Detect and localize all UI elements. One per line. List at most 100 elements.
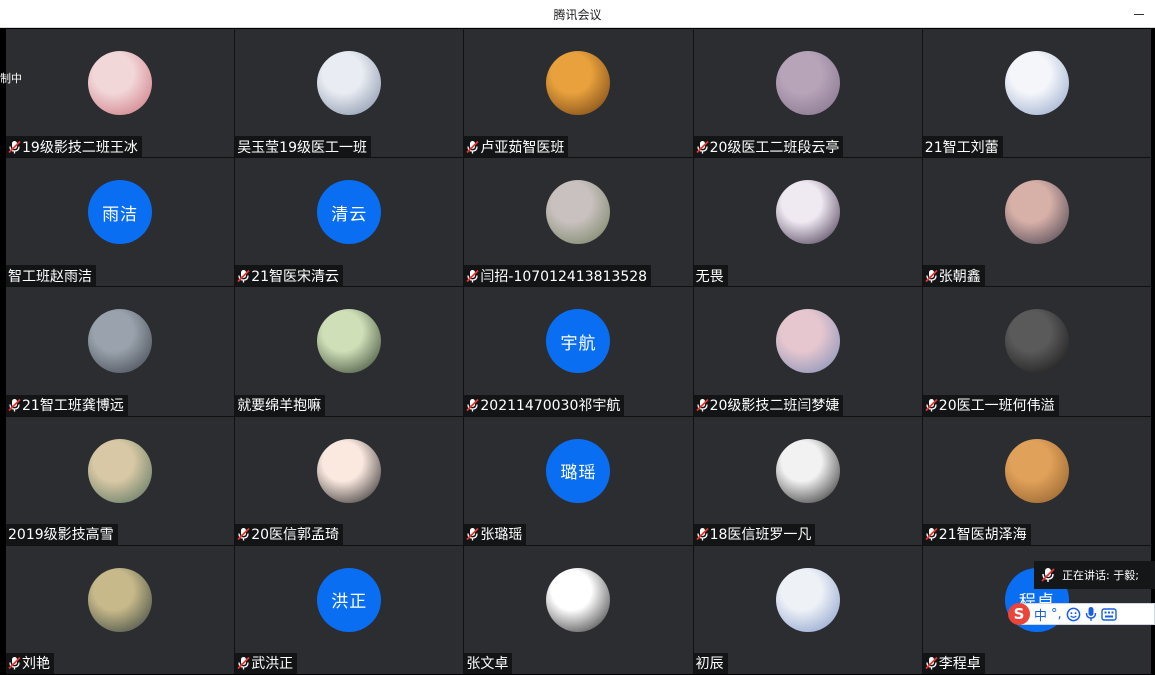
mic-muted-icon	[925, 269, 938, 283]
participant-tile[interactable]: 21智工刘蕾	[922, 29, 1151, 158]
participant-tile[interactable]: 洪正 武洪正	[235, 545, 464, 674]
participant-name: 刘艳	[22, 656, 50, 673]
participant-name-bar: 21智医胡泽海	[922, 523, 1031, 545]
avatar-photo	[88, 51, 153, 115]
participant-grid: 19级影技二班王冰 吴玉莹19级医工一班 卢亚茹智医班 20级医工二班段云亭 21智工刘…	[6, 29, 1151, 674]
participant-name: 张朝鑫	[938, 268, 981, 285]
participant-name-bar: 19级影技二班王冰	[6, 136, 142, 158]
avatar-photo	[775, 309, 840, 374]
participant-name-bar: 闫招-107012413813528	[464, 265, 652, 287]
participant-tile[interactable]: 就要绵羊抱嘛	[235, 287, 464, 416]
participant-name-bar: 18医信班罗一凡	[693, 523, 816, 545]
ime-punctuation-toggle[interactable]: °,	[1051, 605, 1062, 623]
participant-tile[interactable]: 璐瑶张璐瑶	[464, 416, 693, 545]
mic-muted-icon	[925, 527, 938, 541]
avatar-photo	[775, 51, 840, 115]
avatar-photo	[546, 51, 611, 115]
emoji-icon[interactable]	[1066, 605, 1081, 623]
participant-name: 吴玉莹19级医工一班	[237, 139, 368, 156]
participant-tile[interactable]: 20医工一班何伟溢	[922, 287, 1151, 416]
mic-muted-icon	[237, 656, 250, 670]
recording-indicator: 制中	[0, 72, 22, 85]
participant-name-bar: 21智工刘蕾	[922, 136, 1003, 158]
participant-tile[interactable]: 18医信班罗一凡	[693, 416, 922, 545]
participant-tile[interactable]: 19级影技二班王冰	[6, 29, 235, 158]
participant-tile[interactable]: 宇航 20211470030祁宇航	[464, 287, 693, 416]
participant-name: 张璐瑶	[480, 527, 523, 544]
ime-language-toggle[interactable]: 中	[1034, 605, 1047, 624]
participant-name-bar: 张朝鑫	[922, 265, 985, 287]
participant-tile[interactable]: 20级医工二班段云亭	[693, 29, 922, 158]
avatar-photo	[775, 438, 840, 503]
speaking-label: 正在讲话: 于毅;	[1062, 569, 1139, 582]
avatar-photo	[317, 309, 382, 374]
participant-name: 20级影技二班闫梦婕	[709, 398, 840, 415]
sogou-logo[interactable]: S	[1008, 603, 1030, 625]
avatar-photo	[1004, 51, 1069, 115]
mic-muted-icon	[466, 527, 480, 541]
avatar: 雨洁	[88, 180, 153, 245]
mic-muted-icon	[8, 140, 21, 154]
avatar: 清云	[317, 180, 382, 245]
mic-muted-icon	[466, 140, 480, 154]
avatar-photo	[775, 180, 840, 245]
mic-muted-icon	[925, 398, 938, 412]
participant-name: 张文卓	[466, 656, 509, 673]
participant-name-bar: 20医工一班何伟溢	[922, 394, 1059, 416]
participant-tile[interactable]: 闫招-107012413813528	[464, 158, 693, 287]
participant-tile[interactable]: 雨洁智工班赵雨洁	[6, 158, 235, 287]
participant-name-bar: 无畏	[693, 265, 728, 287]
participant-name-bar: 初辰	[693, 652, 728, 674]
participant-tile[interactable]: 20医信郭孟琦	[235, 416, 464, 545]
participant-tile[interactable]: 初辰	[693, 545, 922, 674]
participant-tile[interactable]: 20级影技二班闫梦婕	[693, 287, 922, 416]
voice-input-icon[interactable]	[1085, 605, 1097, 623]
avatar: 璐瑶	[546, 438, 611, 503]
participant-tile[interactable]: 21智医胡泽海	[922, 416, 1151, 545]
avatar-photo	[1004, 309, 1069, 374]
mic-muted-icon	[695, 527, 709, 541]
participant-name-bar: 卢亚茹智医班	[464, 136, 569, 158]
participant-name-bar: 20级影技二班闫梦婕	[693, 394, 844, 416]
participant-tile[interactable]: 21智工班龚博远	[6, 287, 235, 416]
participant-name: 初辰	[695, 656, 724, 673]
participant-name-bar: 吴玉莹19级医工一班	[235, 136, 372, 158]
participant-tile[interactable]: 刘艳	[6, 545, 235, 674]
participant-name: 2019级影技高雪	[8, 527, 114, 544]
keyboard-icon[interactable]	[1100, 605, 1117, 623]
minimize-button[interactable]	[1131, 6, 1147, 22]
participant-name-bar: 21智工班龚博远	[6, 394, 128, 416]
participant-name-bar: 张文卓	[464, 652, 513, 674]
participant-name: 19级影技二班王冰	[22, 139, 138, 156]
participant-name: 20医信郭孟琦	[251, 527, 340, 544]
mic-muted-icon	[466, 269, 480, 283]
participant-tile[interactable]: 吴玉莹19级医工一班	[235, 29, 464, 158]
participant-tile[interactable]: 张文卓	[464, 545, 693, 674]
participant-name-bar: 智工班赵雨洁	[6, 265, 96, 287]
mic-muted-icon	[695, 398, 709, 412]
participant-name: 21智医宋清云	[251, 268, 340, 285]
participant-name-bar: 张璐瑶	[464, 523, 527, 545]
participant-name-bar: 21智医宋清云	[235, 265, 344, 287]
mic-muted-icon	[8, 398, 21, 412]
avatar-photo	[546, 180, 611, 245]
avatar: 宇航	[546, 309, 611, 374]
participant-name: 无畏	[695, 268, 724, 285]
participant-tile[interactable]: 卢亚茹智医班	[464, 29, 693, 158]
participant-name: 21智工刘蕾	[924, 139, 999, 156]
window-title: 腾讯会议	[553, 8, 602, 22]
participant-tile[interactable]: 2019级影技高雪	[6, 416, 235, 545]
participant-name: 李程卓	[938, 656, 981, 673]
mic-muted-icon	[237, 527, 250, 541]
participant-name: 闫招-107012413813528	[480, 268, 648, 285]
ime-toolbar[interactable]: S 中 °,	[1008, 603, 1155, 625]
participant-tile[interactable]: 清云 21智医宋清云	[235, 158, 464, 287]
participant-tile[interactable]: 张朝鑫	[922, 158, 1151, 287]
participant-name: 就要绵羊抱嘛	[237, 398, 322, 415]
participant-name-bar: 武洪正	[235, 652, 298, 674]
participant-name: 21智医胡泽海	[938, 527, 1027, 544]
participant-name: 20医工一班何伟溢	[938, 398, 1055, 415]
participant-name: 武洪正	[251, 656, 294, 673]
participant-name: 智工班赵雨洁	[8, 268, 92, 285]
participant-tile[interactable]: 无畏	[693, 158, 922, 287]
